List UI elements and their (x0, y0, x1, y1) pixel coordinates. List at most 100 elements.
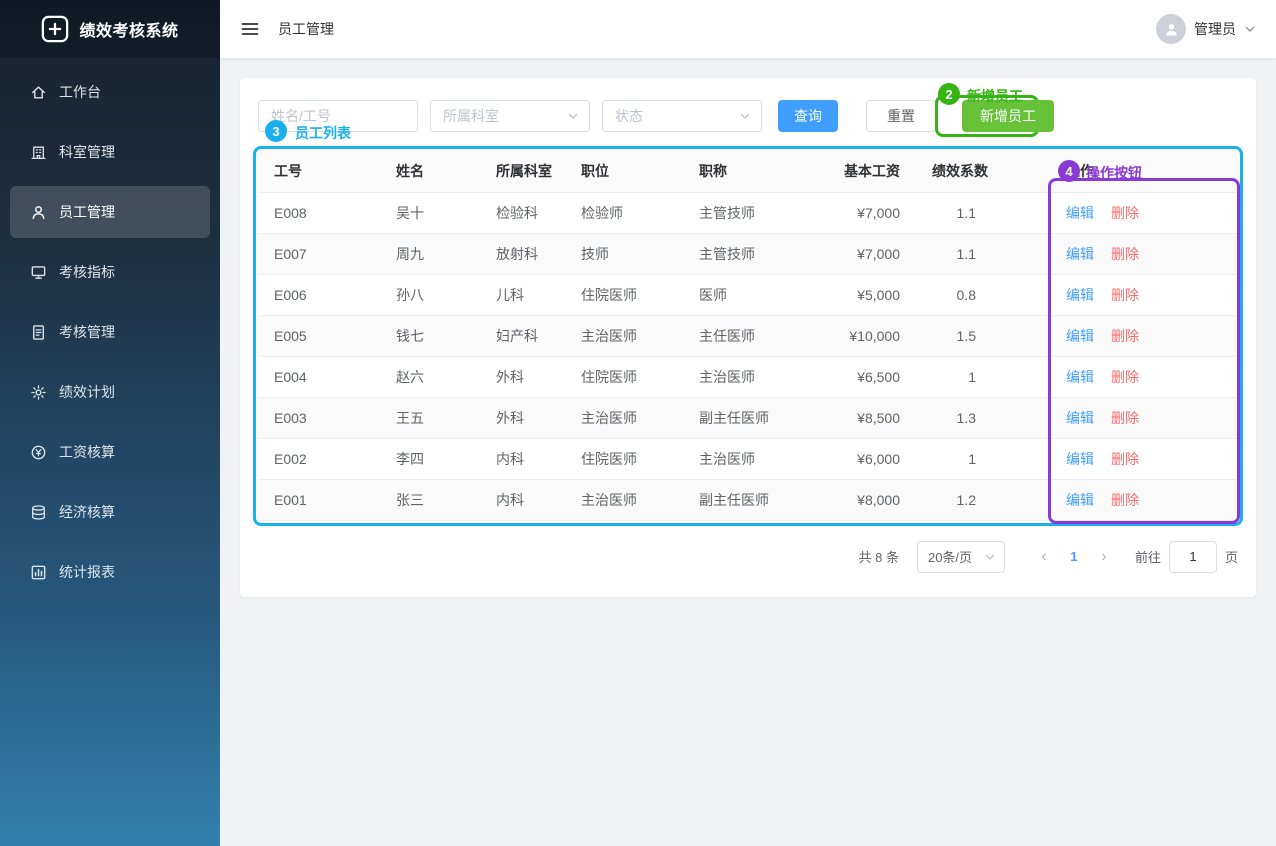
delete-link[interactable]: 删除 (1111, 492, 1139, 508)
cell-salary: ¥5,000 (798, 274, 916, 315)
cell-id: E004 (258, 356, 380, 397)
cell-position: 住院医师 (565, 438, 683, 479)
cell-id: E003 (258, 397, 380, 438)
sidebar-item-assessment[interactable]: 考核管理 (10, 306, 210, 358)
cell-actions: 编辑 删除 (992, 438, 1238, 479)
main-area: 员工管理 管理员 所属科室 (220, 0, 1276, 846)
sidebar-item-report[interactable]: 统计报表 (10, 546, 210, 598)
table-row: E002李四内科住院医师主治医师¥6,0001编辑删除 (258, 438, 1238, 479)
delete-link[interactable]: 删除 (1111, 451, 1139, 467)
sidebar-item-label: 科室管理 (59, 142, 115, 162)
cell-title: 医师 (683, 274, 798, 315)
sidebar-item-label: 考核指标 (59, 262, 115, 282)
total-count: 共 8 条 (859, 547, 899, 566)
delete-link[interactable]: 删除 (1111, 246, 1139, 262)
sidebar-item-kpi[interactable]: 考核指标 (10, 246, 210, 298)
column-header: 所属科室 (480, 150, 565, 192)
pagination: 共 8 条 20条/页 ‹ 1 › 前往 页 (258, 541, 1238, 573)
sidebar-item-label: 绩效计划 (59, 382, 115, 402)
status-select[interactable]: 状态 (602, 100, 762, 132)
search-button[interactable]: 查询 (778, 100, 838, 132)
goto-label: 前往 (1135, 547, 1161, 566)
page-number-1[interactable]: 1 (1059, 549, 1089, 564)
cell-dept: 儿科 (480, 274, 565, 315)
chart-icon (30, 564, 47, 581)
employee-table-body: E008吴十检验科检验师主管技师¥7,0001.1编辑删除E007周九放射科技师… (258, 192, 1238, 520)
cell-name: 王五 (380, 397, 480, 438)
sidebar-item-employee[interactable]: 员工管理 (10, 186, 210, 238)
sidebar-item-plan[interactable]: 绩效计划 (10, 366, 210, 418)
prev-page-button[interactable]: ‹ (1029, 548, 1059, 566)
cell-id: E008 (258, 192, 380, 233)
cell-position: 检验师 (565, 192, 683, 233)
edit-link[interactable]: 编辑 (1066, 287, 1094, 303)
column-header: 职称 (683, 150, 798, 192)
sidebar-item-salary[interactable]: 工资核算 (10, 426, 210, 478)
sidebar-item-economy[interactable]: 经济核算 (10, 486, 210, 538)
cell-name: 钱七 (380, 315, 480, 356)
cell-actions: 编辑 删除 (992, 315, 1238, 356)
cell-id: E006 (258, 274, 380, 315)
cell-coef: 1.1 (916, 233, 992, 274)
cell-title: 主管技师 (683, 233, 798, 274)
sidebar-item-label: 统计报表 (59, 562, 115, 582)
department-select[interactable]: 所属科室 (430, 100, 590, 132)
menu-collapse-icon[interactable] (240, 19, 260, 39)
delete-link[interactable]: 删除 (1111, 287, 1139, 303)
sidebar-item-label: 经济核算 (59, 502, 115, 522)
cell-id: E002 (258, 438, 380, 479)
cell-id: E007 (258, 233, 380, 274)
page-size-select[interactable]: 20条/页 (917, 541, 1005, 573)
edit-link[interactable]: 编辑 (1066, 205, 1094, 221)
cell-title: 副主任医师 (683, 397, 798, 438)
cell-dept: 放射科 (480, 233, 565, 274)
cell-coef: 1.5 (916, 315, 992, 356)
chevron-down-icon (567, 110, 579, 122)
edit-link[interactable]: 编辑 (1066, 246, 1094, 262)
cell-position: 主治医师 (565, 479, 683, 520)
table-row: E003王五外科主治医师副主任医师¥8,5001.3编辑删除 (258, 397, 1238, 438)
cell-position: 技师 (565, 233, 683, 274)
cell-salary: ¥8,000 (798, 479, 916, 520)
app-logo: 绩效考核系统 (0, 0, 220, 58)
reset-button[interactable]: 重置 (866, 100, 936, 132)
cell-dept: 内科 (480, 438, 565, 479)
cell-position: 主治医师 (565, 315, 683, 356)
cell-dept: 外科 (480, 397, 565, 438)
cell-position: 住院医师 (565, 356, 683, 397)
username: 管理员 (1194, 19, 1236, 39)
delete-link[interactable]: 删除 (1111, 369, 1139, 385)
cell-name: 周九 (380, 233, 480, 274)
user-menu[interactable]: 管理员 (1156, 14, 1256, 44)
cell-coef: 0.8 (916, 274, 992, 315)
goto-page-input[interactable] (1169, 541, 1217, 573)
add-employee-button[interactable]: 新增员工 (962, 100, 1054, 132)
edit-link[interactable]: 编辑 (1066, 410, 1094, 426)
keyword-input[interactable] (258, 100, 418, 132)
chevron-down-icon (739, 110, 751, 122)
sidebar-item-department[interactable]: 科室管理 (10, 126, 210, 178)
cell-salary: ¥6,000 (798, 438, 916, 479)
edit-link[interactable]: 编辑 (1066, 369, 1094, 385)
cell-actions: 编辑 删除 (992, 397, 1238, 438)
cell-salary: ¥7,000 (798, 233, 916, 274)
table-row: E001张三内科主治医师副主任医师¥8,0001.2编辑删除 (258, 479, 1238, 520)
edit-link[interactable]: 编辑 (1066, 451, 1094, 467)
delete-link[interactable]: 删除 (1111, 205, 1139, 221)
sidebar-item-workbench[interactable]: 工作台 (10, 66, 210, 118)
delete-link[interactable]: 删除 (1111, 410, 1139, 426)
column-header: 绩效系数 (916, 150, 992, 192)
cell-salary: ¥8,500 (798, 397, 916, 438)
edit-link[interactable]: 编辑 (1066, 328, 1094, 344)
cell-salary: ¥10,000 (798, 315, 916, 356)
document-icon (30, 324, 47, 341)
chevron-down-icon (1244, 23, 1256, 35)
column-header: 职位 (565, 150, 683, 192)
department-select-placeholder: 所属科室 (443, 106, 499, 126)
delete-link[interactable]: 删除 (1111, 328, 1139, 344)
next-page-button[interactable]: › (1089, 548, 1119, 566)
cell-position: 住院医师 (565, 274, 683, 315)
building-icon (30, 144, 47, 161)
edit-link[interactable]: 编辑 (1066, 492, 1094, 508)
employee-table: 工号姓名所属科室职位职称基本工资绩效系数操作 E008吴十检验科检验师主管技师¥… (258, 150, 1238, 521)
